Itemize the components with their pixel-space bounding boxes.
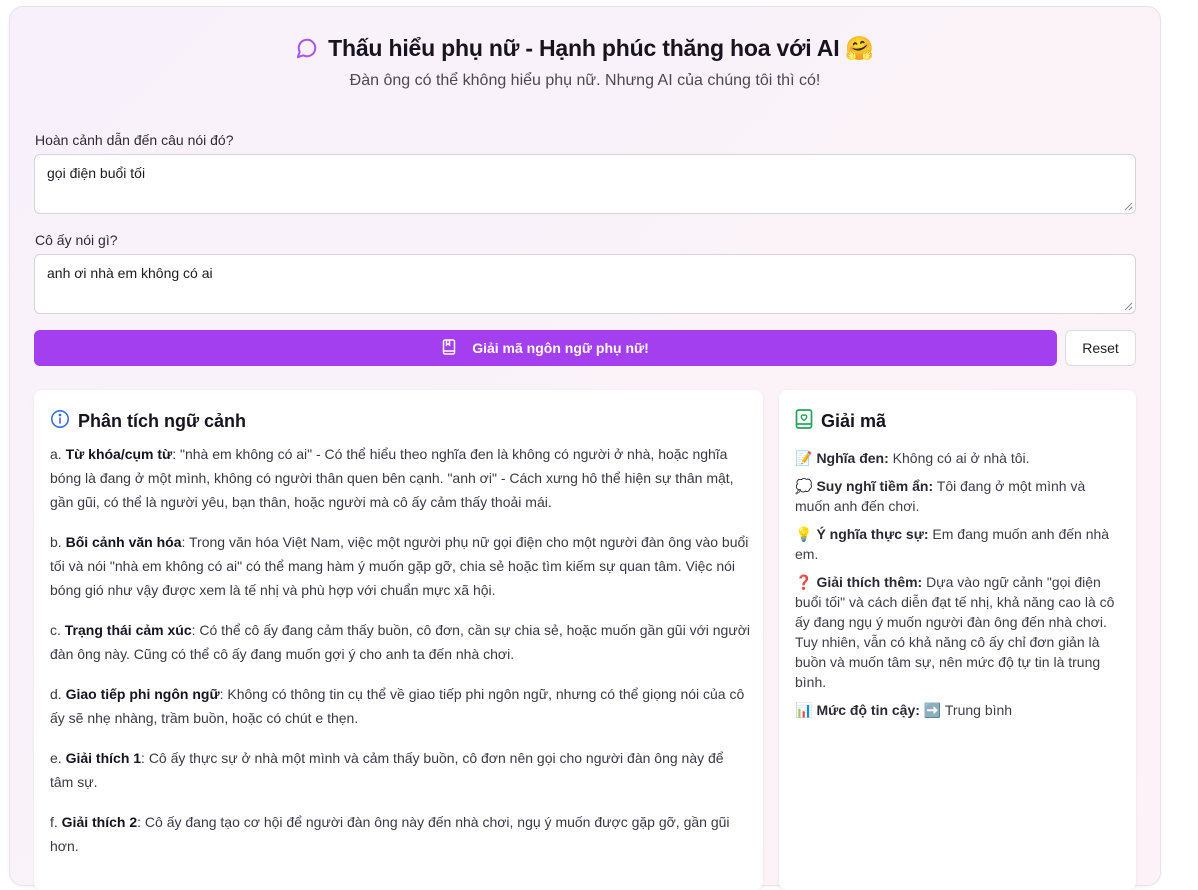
decode-item-emoji-icon: 💭 xyxy=(795,478,813,494)
quote-textarea[interactable]: anh ơi nhà em không có ai xyxy=(34,254,1136,314)
decode-item-label: Nghĩa đen: xyxy=(816,450,889,466)
analysis-item: d. Giao tiếp phi ngôn ngữ: Không có thôn… xyxy=(50,682,750,730)
analysis-item-text: : Cô ấy thực sự ở nhà một mình và cảm th… xyxy=(50,750,724,790)
decode-list: 📝 Nghĩa đen: Không có ai ở nhà tôi. 💭 Suy n… xyxy=(795,448,1121,728)
hugging-face-emoji: 🤗 xyxy=(845,34,874,61)
analysis-item-prefix: f. xyxy=(50,814,62,830)
decode-panel: Giải mã 📝 Nghĩa đen: Không có ai ở nhà tô… xyxy=(779,390,1136,890)
analysis-item-label: Từ khóa/cụm từ xyxy=(65,446,173,462)
header: Thấu hiểu phụ nữ - Hạnh phúc thăng hoa v… xyxy=(10,33,1160,90)
resize-grip-icon[interactable] xyxy=(1124,202,1133,211)
context-textarea[interactable]: gọi điện buổi tối xyxy=(34,154,1136,214)
decode-item-emoji-icon: 📊 xyxy=(795,702,813,718)
analysis-item: a. Từ khóa/cụm từ: "nhà em không có ai" … xyxy=(50,442,750,514)
decode-button[interactable]: Giải mã ngôn ngữ phụ nữ! xyxy=(34,330,1057,366)
decode-header: Giải mã xyxy=(795,409,886,434)
decode-item-label: Giải thích thêm: xyxy=(816,574,923,590)
analysis-item-prefix: e. xyxy=(50,750,66,766)
analysis-item: c. Trạng thái cảm xúc: Có thể cô ấy đang… xyxy=(50,618,750,666)
decode-item-text: Dựa vào ngữ cảnh "gọi điện buổi tối" và … xyxy=(795,574,1115,690)
decode-title: Giải mã xyxy=(821,411,887,431)
analysis-item-text: : Cô ấy đang tạo cơ hội để người đàn ông… xyxy=(50,814,730,854)
book-icon xyxy=(442,338,456,358)
analysis-item-prefix: b. xyxy=(50,534,66,550)
analysis-item-label: Giải thích 1 xyxy=(65,750,142,766)
page-title: Thấu hiểu phụ nữ - Hạnh phúc thăng hoa v… xyxy=(328,34,840,61)
decode-item-label: Suy nghĩ tiềm ẩn: xyxy=(816,478,934,494)
analysis-item-label: Trạng thái cảm xúc xyxy=(64,622,192,638)
analysis-header: Phân tích ngữ cảnh xyxy=(50,409,246,434)
context-value: gọi điện buổi tối xyxy=(47,165,146,181)
context-analysis-panel: Phân tích ngữ cảnh a. Từ khóa/cụm từ: "n… xyxy=(34,390,763,890)
decode-item-label: Ý nghĩa thực sự: xyxy=(816,526,929,542)
decode-item-emoji-icon: ❓ xyxy=(795,574,813,590)
analysis-item-label: Giải thích 2 xyxy=(61,814,138,830)
decode-item: 📝 Nghĩa đen: Không có ai ở nhà tôi. xyxy=(795,448,1121,468)
decode-item-label: Mức độ tin cậy: xyxy=(816,702,920,718)
chat-bubble-icon xyxy=(296,37,318,59)
decode-item-text: ➡️ Trung bình xyxy=(919,702,1013,718)
analysis-item-prefix: c. xyxy=(50,622,65,638)
decode-item-emoji-icon: 💡 xyxy=(795,526,813,542)
analysis-title: Phân tích ngữ cảnh xyxy=(78,411,247,431)
decode-item: 💭 Suy nghĩ tiềm ẩn: Tôi đang ở một mình v… xyxy=(795,476,1121,516)
analysis-item: f. Giải thích 2: Cô ấy đang tạo cơ hội đ… xyxy=(50,810,750,858)
analysis-item: e. Giải thích 1: Cô ấy thực sự ở nhà một… xyxy=(50,746,750,794)
context-label: Hoàn cảnh dẫn đến câu nói đó? xyxy=(35,132,234,148)
info-icon xyxy=(50,409,70,434)
decode-item: 📊 Mức độ tin cậy: ➡️ Trung bình xyxy=(795,700,1121,720)
page-subtitle: Đàn ông có thể không hiểu phụ nữ. Nhưng … xyxy=(349,72,821,89)
decode-item-text: Không có ai ở nhà tôi. xyxy=(888,450,1030,466)
title-row: Thấu hiểu phụ nữ - Hạnh phúc thăng hoa v… xyxy=(296,33,874,63)
app-card: Thấu hiểu phụ nữ - Hạnh phúc thăng hoa v… xyxy=(9,6,1161,890)
analysis-item: b. Bối cảnh văn hóa: Trong văn hóa Việt … xyxy=(50,530,750,602)
book-heart-icon xyxy=(795,409,813,434)
analysis-item-label: Giao tiếp phi ngôn ngữ xyxy=(65,686,220,702)
analysis-item-prefix: d. xyxy=(50,686,66,702)
quote-label: Cô ấy nói gì? xyxy=(35,232,118,248)
decode-item: 💡 Ý nghĩa thực sự: Em đang muốn anh đến n… xyxy=(795,524,1121,564)
decode-item-emoji-icon: 📝 xyxy=(795,450,813,466)
reset-button[interactable]: Reset xyxy=(1065,330,1136,366)
analysis-item-prefix: a. xyxy=(50,446,66,462)
decode-button-label: Giải mã ngôn ngữ phụ nữ! xyxy=(472,340,649,356)
analysis-item-label: Bối cảnh văn hóa xyxy=(65,534,182,550)
resize-grip-icon[interactable] xyxy=(1124,302,1133,311)
quote-value: anh ơi nhà em không có ai xyxy=(47,265,213,281)
analysis-list: a. Từ khóa/cụm từ: "nhà em không có ai" … xyxy=(50,442,750,874)
decode-item: ❓ Giải thích thêm: Dựa vào ngữ cảnh "gọi … xyxy=(795,572,1121,692)
